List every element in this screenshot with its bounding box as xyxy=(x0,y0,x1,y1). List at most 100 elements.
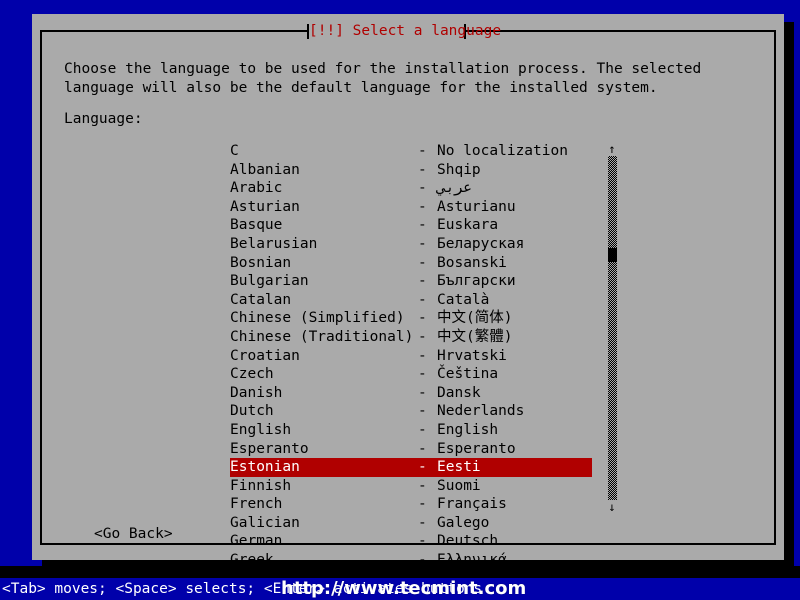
dialog-border-top-right xyxy=(466,30,776,32)
language-native-name: 中文(简体) xyxy=(437,309,512,328)
language-list-item[interactable]: French -Français xyxy=(230,495,592,514)
language-native-name: Bosanski xyxy=(437,254,507,273)
language-native-name: Euskara xyxy=(437,216,498,235)
language-separator: - xyxy=(418,384,427,403)
installer-screen: [!!] Select a language Choose the langua… xyxy=(0,0,800,600)
language-native-name: Deutsch xyxy=(437,532,498,551)
language-name: Bulgarian xyxy=(230,272,309,291)
language-name: Asturian xyxy=(230,198,300,217)
language-list-item[interactable]: Bosnian -Bosanski xyxy=(230,254,592,273)
language-list-item[interactable]: Albanian -Shqip xyxy=(230,161,592,180)
language-list-item[interactable]: Dutch-Nederlands xyxy=(230,402,592,421)
language-name: Albanian xyxy=(230,161,300,180)
language-separator: - xyxy=(418,216,427,235)
language-separator: - xyxy=(418,142,427,161)
scrollbar-track[interactable] xyxy=(608,156,617,500)
language-list-item[interactable]: Czech-Čeština xyxy=(230,365,592,384)
language-separator: - xyxy=(418,254,427,273)
language-separator: - xyxy=(418,402,427,421)
language-list-item[interactable]: Arabic-عربي xyxy=(230,179,592,198)
background-left-edge xyxy=(0,0,32,578)
language-list-item[interactable]: Chinese (Simplified)-中文(简体) xyxy=(230,309,592,328)
language-name: English xyxy=(230,421,291,440)
language-separator: - xyxy=(418,495,427,514)
language-name: Galician xyxy=(230,514,300,533)
language-native-name: Nederlands xyxy=(437,402,524,421)
language-native-name: Suomi xyxy=(437,477,481,496)
language-native-name: Български xyxy=(437,272,516,291)
language-separator: - xyxy=(418,291,427,310)
language-native-name: Català xyxy=(437,291,489,310)
language-list-scrollbar[interactable]: ↑ ↓ xyxy=(605,142,619,514)
language-name: Estonian xyxy=(230,458,300,477)
language-native-name: Беларуская xyxy=(437,235,524,254)
language-separator: - xyxy=(418,532,427,551)
language-list-item[interactable]: Asturian -Asturianu xyxy=(230,198,592,217)
dialog-border-left xyxy=(40,30,42,545)
language-native-name: No localization xyxy=(437,142,568,161)
language-list-item[interactable]: Catalan -Català xyxy=(230,291,592,310)
go-back-button[interactable]: <Go Back> xyxy=(94,525,173,543)
language-native-name: Français xyxy=(437,495,507,514)
language-name: Bosnian xyxy=(230,254,291,273)
language-separator: - xyxy=(418,272,427,291)
language-list-item[interactable]: English-English xyxy=(230,421,592,440)
watermark: http://www.tecmint.com xyxy=(281,579,526,599)
language-name: Finnish xyxy=(230,477,291,496)
language-separator: - xyxy=(418,309,427,328)
language-list-item[interactable]: Galician -Galego xyxy=(230,514,592,533)
language-separator: - xyxy=(418,440,427,459)
language-name: Belarusian xyxy=(230,235,317,254)
language-native-name: Eesti xyxy=(437,458,481,477)
dialog-description: Choose the language to be used for the i… xyxy=(64,60,769,98)
language-native-name: Galego xyxy=(437,514,489,533)
language-separator: - xyxy=(418,235,427,254)
language-separator: - xyxy=(418,477,427,496)
language-name: C xyxy=(230,142,239,161)
language-separator: - xyxy=(418,198,427,217)
language-name: French xyxy=(230,495,282,514)
language-list-item[interactable]: C -No localization xyxy=(230,142,592,161)
language-name: German xyxy=(230,532,282,551)
language-name: Esperanto xyxy=(230,440,309,459)
language-name: Croatian xyxy=(230,347,300,366)
language-name: Danish xyxy=(230,384,282,403)
select-language-dialog: [!!] Select a language Choose the langua… xyxy=(32,14,784,560)
language-list-item[interactable]: Croatian -Hrvatski xyxy=(230,347,592,366)
language-separator: - xyxy=(418,514,427,533)
language-list-item[interactable]: Bulgarian -Български xyxy=(230,272,592,291)
language-native-name: Esperanto xyxy=(437,440,516,459)
language-list[interactable]: C-No localizationAlbanian-ShqipArabic-عر… xyxy=(230,142,592,514)
language-list-item[interactable]: Chinese (Traditional)-中文(繁體) xyxy=(230,328,592,347)
language-native-name: English xyxy=(437,421,498,440)
language-separator: - xyxy=(418,458,427,477)
language-list-item[interactable]: Belarusian -Беларуская xyxy=(230,235,592,254)
language-native-name: Čeština xyxy=(437,365,498,384)
language-separator: - xyxy=(418,161,427,180)
language-list-item[interactable]: Estonian -Eesti xyxy=(230,458,592,477)
scrollbar-thumb[interactable] xyxy=(608,248,617,262)
language-native-name: Shqip xyxy=(437,161,481,180)
language-name: Arabic xyxy=(230,179,282,198)
dialog-border-top-left xyxy=(40,30,307,32)
dialog-border-right xyxy=(774,30,776,545)
language-name: Catalan xyxy=(230,291,291,310)
language-name: Chinese (Simplified) xyxy=(230,309,405,328)
language-list-item[interactable]: Basque -Euskara xyxy=(230,216,592,235)
dialog-title: [!!] Select a language xyxy=(309,23,464,40)
language-native-name: Asturianu xyxy=(437,198,516,217)
language-list-item[interactable]: Danish -Dansk xyxy=(230,384,592,403)
language-separator: - xyxy=(418,421,427,440)
language-name: Chinese (Traditional) xyxy=(230,328,413,347)
language-native-name: Dansk xyxy=(437,384,481,403)
scroll-up-arrow-icon[interactable]: ↑ xyxy=(605,142,619,156)
language-list-item[interactable]: Finnish -Suomi xyxy=(230,477,592,496)
language-name: Basque xyxy=(230,216,282,235)
language-native-name: Hrvatski xyxy=(437,347,507,366)
language-separator: - xyxy=(418,347,427,366)
language-separator: - xyxy=(418,328,427,347)
language-name: Czech xyxy=(230,365,274,384)
language-list-item[interactable]: Esperanto-Esperanto xyxy=(230,440,592,459)
scroll-down-arrow-icon[interactable]: ↓ xyxy=(605,500,619,514)
language-list-item[interactable]: German -Deutsch xyxy=(230,532,592,551)
